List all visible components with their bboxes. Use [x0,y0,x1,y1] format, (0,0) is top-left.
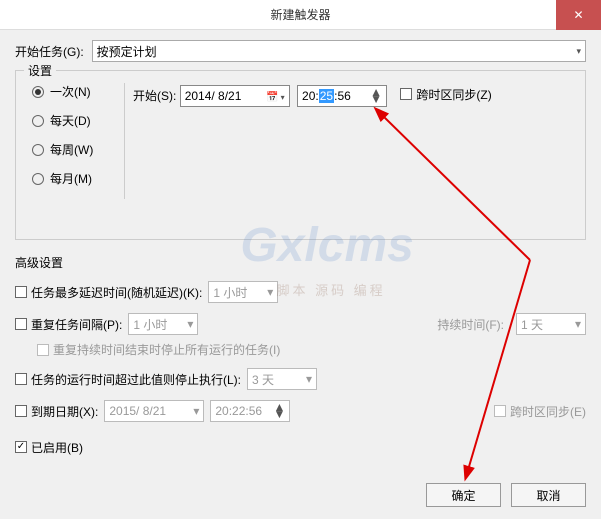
settings-legend: 设置 [24,62,56,79]
repeat-end-label: 重复持续时间结束时停止所有运行的任务(I) [53,341,280,358]
stop-select[interactable]: 3 天▾ [247,368,317,390]
repeat-end-checkbox [37,344,49,356]
settings-fieldset: 设置 一次(N) 每天(D) 每周(W) 每月(M) 开始(S): 2014/ … [15,70,586,240]
radio-monthly[interactable]: 每月(M) [32,170,116,187]
calendar-icon: 📅 [266,92,278,103]
divider [124,83,125,199]
ok-button[interactable]: 确定 [426,483,501,507]
expire-date-input[interactable]: 2015/ 8/21▾ [104,400,204,422]
begin-task-select[interactable]: 按预定计划 ▾ [92,40,586,62]
start-date-input[interactable]: 2014/ 8/21 📅▾ [180,85,290,107]
begin-task-label: 开始任务(G): [15,43,84,60]
radio-icon [32,173,44,185]
expire-sync-checkbox [494,405,506,417]
enabled-checkbox[interactable] [15,441,27,453]
title-bar: 新建触发器 ✕ [0,0,601,30]
chevron-down-icon: ▾ [306,372,312,386]
chevron-down-icon: ▾ [575,317,581,331]
close-icon: ✕ [573,8,583,22]
start-time-input[interactable]: 20:25:56 ▲▼ [297,85,387,107]
sync-timezone-checkbox[interactable] [400,88,412,100]
expire-sync-label: 跨时区同步(E) [510,403,586,420]
expire-checkbox[interactable] [15,405,27,417]
sync-timezone-label: 跨时区同步(Z) [416,86,491,103]
radio-icon [32,144,44,156]
chevron-down-icon: ▾ [187,317,193,331]
repeat-select[interactable]: 1 小时▾ [128,313,198,335]
duration-select[interactable]: 1 天▾ [516,313,586,335]
radio-daily[interactable]: 每天(D) [32,112,116,129]
chevron-down-icon: ▾ [576,46,581,57]
start-label: 开始(S): [133,89,176,103]
radio-icon [32,115,44,127]
close-button[interactable]: ✕ [556,0,601,30]
begin-task-value: 按预定计划 [97,43,157,60]
radio-once[interactable]: 一次(N) [32,83,116,100]
cancel-button[interactable]: 取消 [511,483,586,507]
duration-label: 持续时间(F): [437,316,504,333]
spinner-icon: ▲▼ [273,404,285,418]
radio-weekly[interactable]: 每周(W) [32,141,116,158]
stop-checkbox[interactable] [15,373,27,385]
chevron-down-icon: ▾ [193,404,199,418]
window-title: 新建触发器 [270,6,330,23]
delay-select[interactable]: 1 小时▾ [208,281,278,303]
chevron-down-icon: ▾ [267,285,273,299]
spinner-icon[interactable]: ▲▼ [370,89,382,103]
advanced-title: 高级设置 [15,254,586,271]
chevron-down-icon: ▾ [281,93,285,102]
radio-icon [32,86,44,98]
expire-time-input[interactable]: 20:22:56▲▼ [210,400,290,422]
delay-checkbox[interactable] [15,286,27,298]
repeat-checkbox[interactable] [15,318,27,330]
